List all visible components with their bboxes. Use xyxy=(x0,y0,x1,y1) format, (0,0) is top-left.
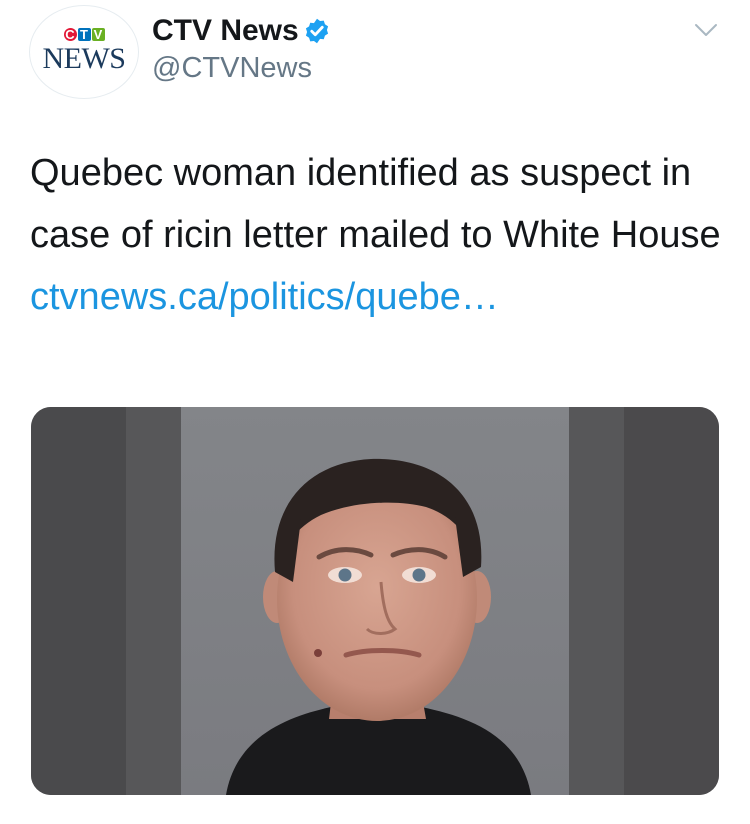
handle[interactable]: @CTVNews xyxy=(152,52,312,85)
tweet-header: CTV NEWS CTV News @CTVNews xyxy=(0,0,750,110)
avatar[interactable]: CTV NEWS xyxy=(30,6,138,98)
tweet-body: Quebec woman identified as suspect in ca… xyxy=(30,152,721,256)
tweet-media-photo[interactable] xyxy=(31,407,719,795)
news-wordmark: NEWS xyxy=(42,42,127,75)
verified-badge-icon xyxy=(305,18,329,44)
chevron-down-icon[interactable] xyxy=(694,22,718,38)
ctv-logo: CTV xyxy=(30,28,138,42)
display-name[interactable]: CTV News xyxy=(152,14,299,48)
tweet-link[interactable]: ctvnews.ca/politics/quebe… xyxy=(30,276,499,318)
tweet-text: Quebec woman identified as suspect in ca… xyxy=(30,142,730,328)
mugshot-photo xyxy=(31,407,719,795)
